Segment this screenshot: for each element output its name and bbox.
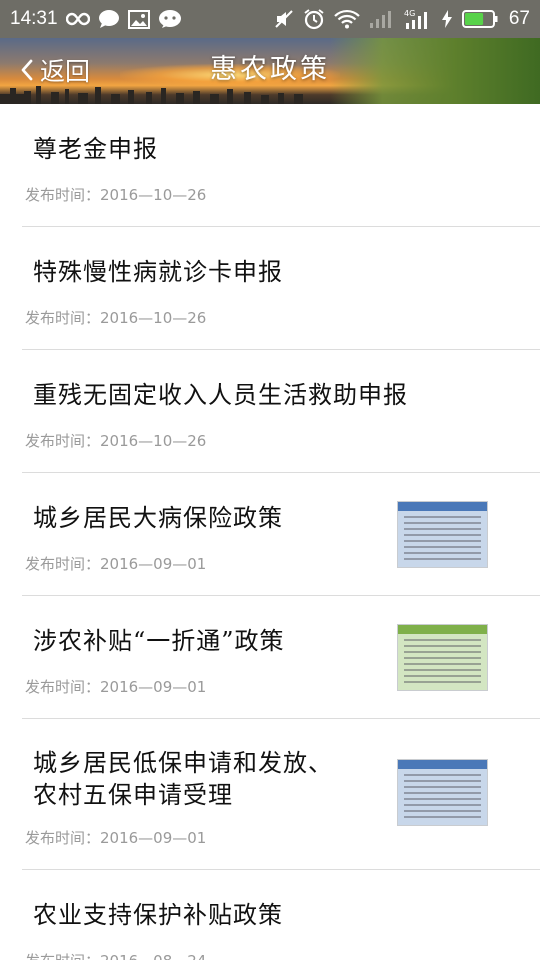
item-date: 发布时间：2016—09—01 bbox=[25, 829, 207, 847]
item-title: 涉农补贴“一折通”政策 bbox=[33, 627, 285, 655]
status-bar: 14:31 4G 67 bbox=[0, 0, 540, 38]
item-date: 发布时间：2016—10—26 bbox=[25, 432, 207, 450]
list-item[interactable]: 城乡居民大病保险政策 发布时间：2016—09—01 bbox=[0, 473, 540, 596]
infinity-icon bbox=[65, 12, 90, 26]
item-date: 发布时间：2016—09—01 bbox=[25, 555, 207, 573]
list-item[interactable]: 涉农补贴“一折通”政策 发布时间：2016—09—01 bbox=[0, 596, 540, 719]
battery-icon bbox=[461, 10, 498, 28]
item-title: 重残无固定收入人员生活救助申报 bbox=[33, 381, 408, 409]
item-thumbnail bbox=[397, 624, 488, 691]
list-item[interactable]: 重残无固定收入人员生活救助申报 发布时间：2016—10—26 bbox=[0, 350, 540, 473]
signal-4g-icon: 4G bbox=[404, 8, 432, 30]
item-thumbnail bbox=[397, 501, 488, 568]
list-item[interactable]: 特殊慢性病就诊卡申报 发布时间：2016—10—26 bbox=[0, 227, 540, 350]
item-title-line: 农村五保申请受理 bbox=[33, 781, 233, 809]
list-item[interactable]: 尊老金申报 发布时间：2016—10—26 bbox=[0, 104, 540, 227]
wifi-icon bbox=[334, 9, 360, 29]
battery-level-text: 67 bbox=[508, 8, 530, 29]
svg-text:4G: 4G bbox=[404, 9, 415, 18]
list-item[interactable]: 农业支持保护补贴政策 发布时间：2016—08—24 bbox=[0, 870, 540, 960]
item-date: 发布时间：2016—09—01 bbox=[25, 678, 207, 696]
alarm-icon bbox=[303, 8, 325, 30]
item-date: 发布时间：2016—10—26 bbox=[25, 309, 207, 327]
item-title: 农业支持保护补贴政策 bbox=[33, 901, 283, 929]
item-title: 特殊慢性病就诊卡申报 bbox=[33, 258, 283, 286]
image-icon bbox=[127, 9, 150, 29]
item-thumbnail bbox=[397, 759, 488, 826]
wechat-icon bbox=[158, 9, 182, 29]
list-item[interactable]: 城乡居民低保申请和发放、 农村五保申请受理 发布时间：2016—09—01 bbox=[0, 719, 540, 870]
item-date: 发布时间：2016—10—26 bbox=[25, 186, 207, 204]
header-bar: 返回 惠农政策 bbox=[0, 38, 540, 104]
signal-icon bbox=[369, 9, 395, 29]
page-title: 惠农政策 bbox=[210, 54, 330, 85]
item-title: 城乡居民低保申请和发放、 农村五保申请受理 bbox=[33, 747, 370, 811]
mute-icon bbox=[274, 9, 294, 29]
chat-bubble-icon bbox=[98, 9, 120, 29]
charging-icon bbox=[441, 9, 453, 29]
item-date: 发布时间：2016—08—24 bbox=[25, 950, 206, 960]
item-title: 尊老金申报 bbox=[33, 135, 158, 163]
clock: 14:31 bbox=[10, 8, 58, 29]
item-title-line: 城乡居民低保申请和发放、 bbox=[33, 749, 333, 777]
item-title: 城乡居民大病保险政策 bbox=[33, 504, 283, 532]
